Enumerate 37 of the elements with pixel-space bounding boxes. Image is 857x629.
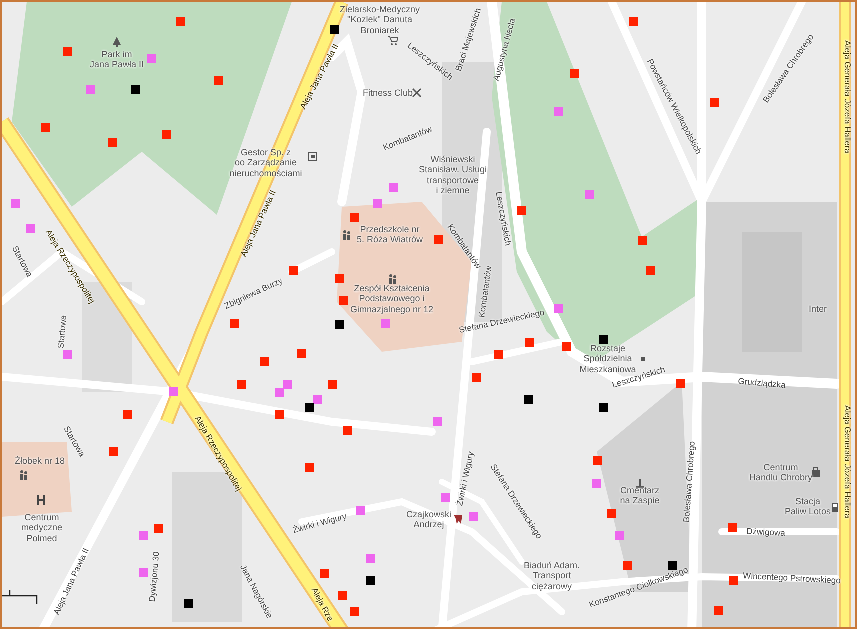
people-icon <box>342 230 352 240</box>
place-label: Biaduń Adam. Transport ciężarowy <box>524 560 580 592</box>
people-icon <box>19 470 29 480</box>
street-label: Dywizjonu 30 <box>148 551 162 603</box>
place-label: Centrum Handlu Chrobry <box>749 462 813 484</box>
place-label: Czajkowski Andrzej <box>406 510 452 530</box>
street-label: Startowa <box>56 314 70 350</box>
street-label: Aleja Rze <box>309 586 335 624</box>
place-label: Inter <box>809 304 827 314</box>
place-label: Zespół Kształcenia Podstawowego i Gimnazjalnego nr 12 <box>350 283 434 315</box>
tree-icon <box>112 37 122 47</box>
cemetery-icon <box>635 478 645 488</box>
place-label: Wiśniewski Stanisław. Usługi transportowe i ziemne <box>418 154 488 196</box>
place-label: Żłobek nr 18 <box>14 456 66 466</box>
fuel-pump-icon <box>831 502 841 512</box>
place-label: Park im Jana Pawła II <box>90 50 144 70</box>
place-label: Cmentarz na Zaspie <box>620 486 660 506</box>
tooth-icon <box>453 514 463 524</box>
shopping-bag-icon <box>811 467 821 477</box>
street-label: Grudziądzka <box>738 377 786 391</box>
place-label: Centrum medyczne Polmed <box>21 512 63 544</box>
street-label: Dźwigowa <box>746 527 786 539</box>
street-label: Żwirki i Wigury <box>292 512 348 536</box>
street-label: Aleja Generała Józefa Hallera <box>842 406 852 518</box>
hospital-icon <box>36 495 46 505</box>
street-label: Bolesława Chrobrego <box>682 441 698 523</box>
scale-bar-icon <box>2 590 38 604</box>
place-label: Stacja Paliw Lotos <box>784 496 832 518</box>
place-label: Fitness Club <box>362 88 414 98</box>
building-icon <box>308 152 318 162</box>
street-label: Kombatantów <box>478 266 494 318</box>
people-icon <box>388 274 398 284</box>
street-label: Żwirki i Wigury <box>455 450 477 508</box>
street-label: Wincentego Pstrowskiego <box>742 572 842 586</box>
street-label: Aleja Generała Józefa Hallera <box>842 40 852 154</box>
place-label: Przedszkole nr 5. Róża Wiatrów <box>356 224 424 246</box>
cart-icon <box>388 36 398 46</box>
